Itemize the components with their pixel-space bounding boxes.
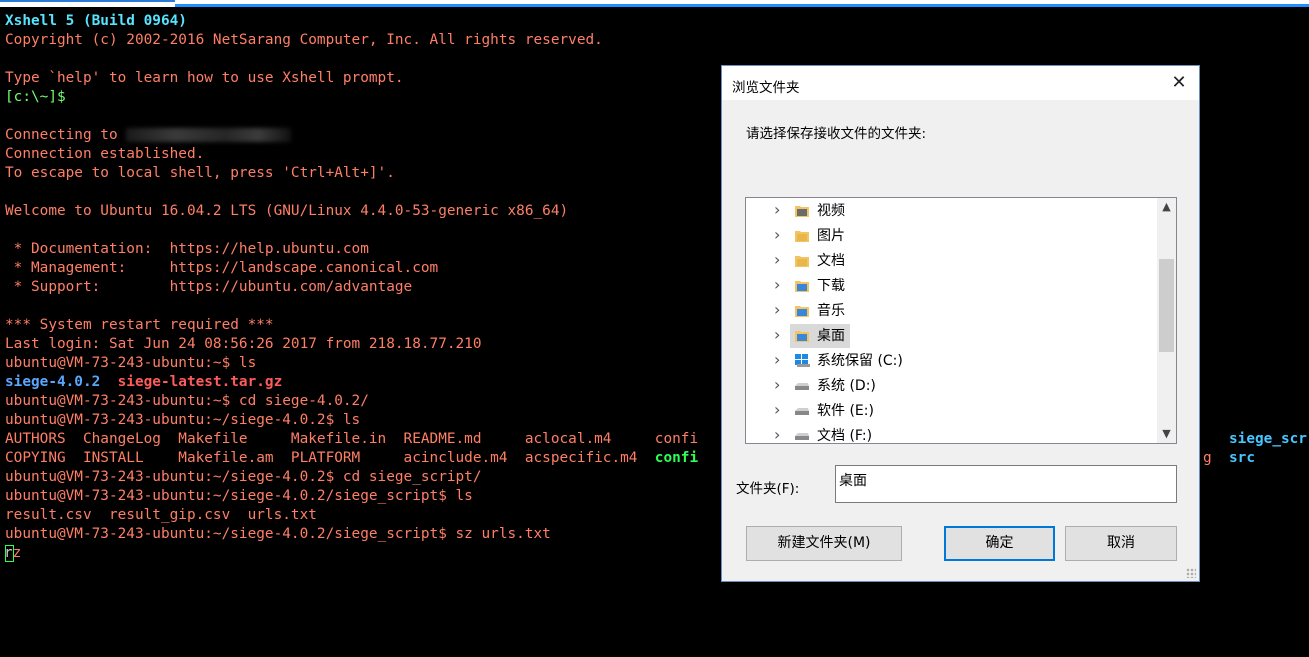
tree-item[interactable]: › 桌面 — [746, 324, 1156, 348]
ok-button[interactable]: 确定 — [944, 526, 1055, 561]
drive-icon — [795, 433, 809, 440]
tree-item[interactable]: › 下载 — [746, 274, 1156, 298]
resize-grip-icon[interactable] — [1186, 568, 1196, 578]
chevron-right-icon[interactable]: › — [774, 350, 780, 369]
music-folder-icon — [795, 306, 809, 317]
drive-icon — [795, 408, 809, 415]
terminal-line: Xshell 5 (Build 0964) — [5, 13, 187, 29]
drive-icon — [795, 383, 809, 390]
tree-item[interactable]: › 文档 (F:) — [746, 424, 1156, 443]
chevron-right-icon[interactable]: › — [774, 325, 780, 344]
ls-confi-exec: confi — [654, 450, 699, 466]
downloads-folder-icon — [795, 281, 809, 292]
tree-item[interactable]: › 软件 (E:) — [746, 399, 1156, 423]
redacted-host — [126, 128, 292, 142]
chevron-right-icon[interactable]: › — [774, 375, 780, 394]
tree-item[interactable]: › 视频 — [746, 199, 1156, 223]
tree-scrollbar[interactable]: ▲ ▼ — [1157, 198, 1176, 443]
chevron-right-icon[interactable]: › — [774, 250, 780, 269]
ls-src-dir: src — [1229, 450, 1255, 466]
terminal-line: Copyright (c) 2002-2016 NetSarang Comput… — [5, 32, 603, 48]
ls-row-2: COPYING INSTALL Makefile.am PLATFORM aci… — [5, 450, 655, 466]
pictures-folder-icon — [795, 231, 809, 242]
tree-item[interactable]: › 系统保留 (C:) — [746, 349, 1156, 373]
connecting-text: Connecting to — [5, 127, 127, 143]
ls-dir: siege-4.0.2 — [5, 374, 101, 390]
cursor-char: r — [4, 545, 13, 561]
chevron-right-icon[interactable]: › — [774, 400, 780, 419]
dialog-title-bar[interactable]: 浏览文件夹 ✕ — [722, 66, 1199, 100]
folder-input[interactable]: 桌面 — [835, 465, 1177, 503]
tree-item[interactable]: › 文档 — [746, 249, 1156, 273]
tree-item[interactable]: › 音乐 — [746, 299, 1156, 323]
cancel-button[interactable]: 取消 — [1065, 526, 1177, 561]
dialog-title: 浏览文件夹 — [732, 80, 800, 96]
tab-indicator — [0, 0, 175, 2]
window-top-bar — [0, 0, 1309, 7]
tree-item[interactable]: › 系统 (D:) — [746, 374, 1156, 398]
tree-item[interactable]: › 图片 — [746, 224, 1156, 248]
scroll-up-icon[interactable]: ▲ — [1157, 198, 1176, 216]
desktop-folder-icon — [795, 331, 809, 342]
chevron-right-icon[interactable]: › — [774, 275, 780, 294]
browse-folder-dialog: 浏览文件夹 ✕ 请选择保存接收文件的文件夹: › 视频 › 图片 › 文档 › 下载 › 音乐 › 桌… — [721, 65, 1200, 582]
close-icon[interactable]: ✕ — [1159, 66, 1199, 100]
dialog-instruction: 请选择保存接收文件的文件夹: — [746, 126, 927, 142]
scroll-thumb[interactable] — [1159, 259, 1174, 352]
folder-tree[interactable]: › 视频 › 图片 › 文档 › 下载 › 音乐 › 桌面 › 系统保留 (C:) › 系统 (D:) › 软件 … — [745, 197, 1177, 444]
ls-partial-g: g — [1203, 450, 1212, 466]
new-folder-button[interactable]: 新建文件夹(M) — [746, 526, 902, 561]
chevron-right-icon[interactable]: › — [774, 200, 780, 219]
windows-drive-icon — [795, 354, 810, 367]
ls-archive: siege-latest.tar.gz — [117, 374, 283, 390]
chevron-right-icon[interactable]: › — [774, 225, 780, 244]
folder-field-label: 文件夹(F): — [736, 481, 800, 497]
window-accent-line — [175, 4, 1309, 7]
documents-folder-icon — [795, 256, 809, 267]
ls-siege-script-dir: siege_scr — [1229, 431, 1307, 447]
scroll-down-icon[interactable]: ▼ — [1157, 425, 1176, 443]
rz-text: z — [12, 545, 22, 561]
video-folder-icon — [795, 206, 809, 217]
chevron-right-icon[interactable]: › — [774, 300, 780, 319]
chevron-right-icon[interactable]: › — [774, 425, 780, 443]
